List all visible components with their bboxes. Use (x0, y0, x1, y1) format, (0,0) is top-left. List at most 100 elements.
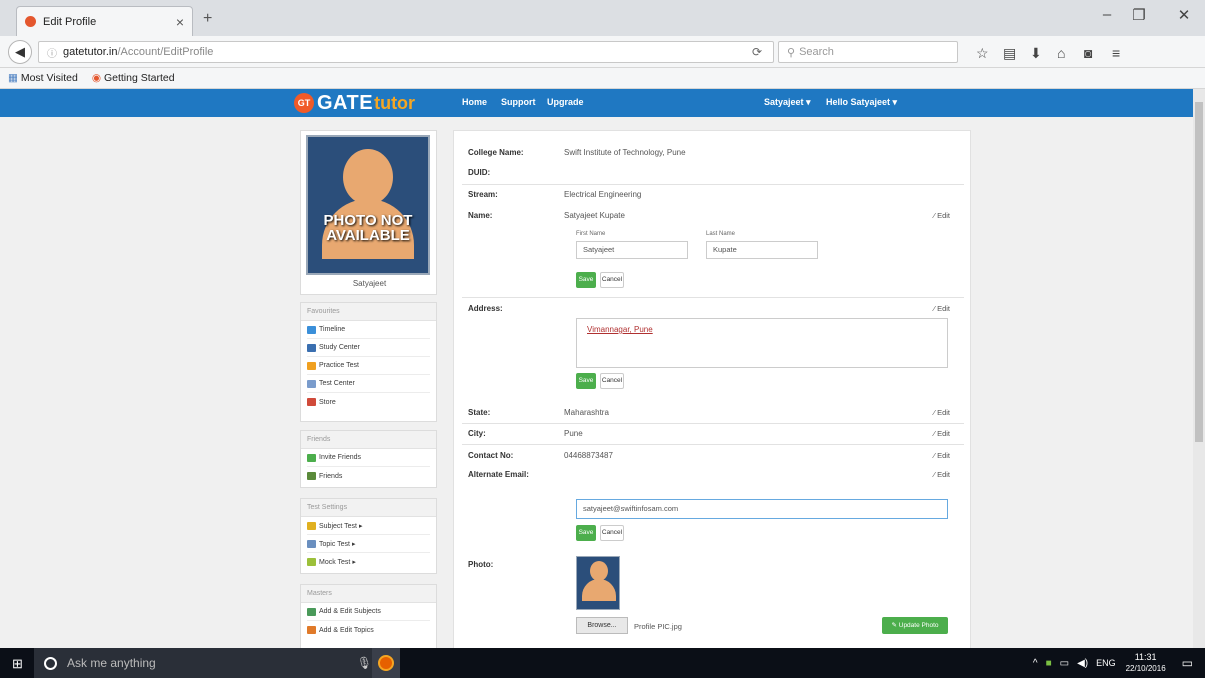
network-icon[interactable]: ▭ (1060, 658, 1069, 669)
friends-box: Friends Invite Friends Friends (300, 430, 437, 488)
sidebar-item-mock-test[interactable]: Mock Test ▸ (307, 553, 430, 571)
windows-taskbar: ⊞ Ask me anything 🎙 ^ ■ ▭ ◀) ENG 11:31 2… (0, 648, 1205, 678)
bookmark-star-icon[interactable]: ☆ (976, 45, 989, 62)
browse-button[interactable]: Browse... (576, 617, 628, 634)
contact-value: 04468873487 (564, 451, 613, 460)
cortana-circle-icon (44, 656, 57, 670)
save-email-button[interactable]: Save (576, 525, 596, 541)
language-indicator[interactable]: ENG (1096, 658, 1116, 668)
sidebar-item-subject-test[interactable]: Subject Test ▸ (307, 517, 430, 535)
college-value: Swift Institute of Technology, Pune (564, 148, 686, 157)
bookmark-most-visited[interactable]: ▦ Most Visited (8, 72, 78, 84)
contact-label: Contact No: (468, 451, 514, 460)
browser-tab-bar: Edit Profile × + – ❐ ✕ (0, 0, 1205, 36)
restore-icon[interactable]: ❐ (1125, 6, 1153, 24)
edit-alt-email-link[interactable]: ⁄ Edit (934, 470, 950, 479)
new-tab-icon[interactable]: + (203, 10, 212, 28)
pocket-icon[interactable]: ◙ (1084, 45, 1092, 61)
tab-title: Edit Profile (43, 15, 97, 28)
close-window-icon[interactable]: ✕ (1170, 6, 1198, 24)
firefox-bookmark-icon: ◉ (91, 72, 102, 84)
edit-contact-link[interactable]: ⁄ Edit (934, 451, 950, 460)
first-name-input[interactable]: Satyajeet (576, 241, 688, 259)
browser-search-input[interactable]: ⚲ Search (778, 41, 958, 63)
mock-test-icon (307, 558, 316, 566)
invite-friends-icon (307, 453, 316, 462)
gatetutor-logo[interactable]: GT GATE tutor (294, 91, 415, 115)
sidebar-item-add-edit-topics[interactable]: Add & Edit Topics (307, 621, 430, 639)
sidebar-item-practice-test[interactable]: Practice Test (307, 357, 430, 375)
update-photo-button[interactable]: ✎ Update Photo (882, 617, 948, 634)
alt-email-input[interactable]: satyajeet@swiftinfosam.com (576, 499, 948, 519)
topic-test-icon (307, 539, 316, 548)
volume-icon[interactable]: ◀) (1077, 658, 1088, 669)
cancel-email-button[interactable]: Cancel (600, 525, 624, 541)
sidebar-item-friends[interactable]: Friends (307, 467, 430, 485)
tray-app-icon[interactable]: ■ (1046, 658, 1052, 669)
notifications-icon[interactable]: ▭ (1182, 656, 1193, 670)
microphone-icon[interactable]: 🎙 (357, 656, 372, 670)
edit-name-link[interactable]: ⁄ Edit (934, 211, 950, 220)
nav-upgrade[interactable]: Upgrade (547, 97, 584, 107)
masters-box: Masters Add & Edit Subjects Add & Edit T… (300, 584, 437, 648)
sidebar-item-invite-friends[interactable]: Invite Friends (307, 449, 430, 467)
stream-label: Stream: (468, 190, 498, 199)
reload-icon[interactable]: ⟳ (752, 45, 762, 59)
photo-not-available-text: PHOTO NOT AVAILABLE (323, 212, 413, 244)
thumb-body (582, 579, 616, 601)
avatar-head (343, 149, 393, 205)
last-name-label: Last Name (706, 231, 736, 237)
tray-chevron-icon[interactable]: ^ (1033, 658, 1038, 669)
edit-state-link[interactable]: ⁄ Edit (934, 408, 950, 417)
name-value: Satyajeet Kupate (564, 211, 625, 220)
home-icon[interactable]: ⌂ (1057, 45, 1065, 61)
url-host: gatetutor.in (63, 46, 118, 58)
reading-list-icon[interactable]: ▤ (1003, 45, 1016, 62)
hello-user-menu[interactable]: Hello Satyajeet ▾ (826, 97, 897, 108)
clock-date: 22/10/2016 (1125, 664, 1166, 673)
last-name-input[interactable]: Kupate (706, 241, 818, 259)
sidebar-item-study-center[interactable]: Study Center (307, 339, 430, 357)
save-name-button[interactable]: Save (576, 272, 596, 288)
windows-start-icon[interactable]: ⊞ (12, 656, 23, 672)
add-topics-icon (307, 626, 316, 634)
masters-header: Masters (301, 585, 436, 603)
address-textarea[interactable]: Vimannagar, Pune (576, 318, 948, 368)
close-tab-icon[interactable]: × (176, 14, 184, 30)
friends-icon (307, 472, 316, 480)
study-center-icon (307, 343, 316, 352)
sidebar-item-add-edit-subjects[interactable]: Add & Edit Subjects (307, 603, 430, 621)
edit-address-link[interactable]: ⁄ Edit (934, 304, 950, 313)
save-address-button[interactable]: Save (576, 373, 596, 389)
edit-city-link[interactable]: ⁄ Edit (934, 429, 950, 438)
page-viewport: GT GATE tutor Home Support Upgrade Satya… (0, 89, 1193, 648)
state-label: State: (468, 408, 491, 417)
sidebar-item-store[interactable]: Store (307, 393, 430, 411)
back-arrow-icon[interactable]: ◀ (8, 40, 32, 64)
sidebar-item-topic-test[interactable]: Topic Test ▸ (307, 535, 430, 553)
sidebar-item-timeline[interactable]: Timeline (307, 321, 430, 339)
menu-icon[interactable]: ≡ (1112, 45, 1120, 61)
minimize-icon[interactable]: – (1093, 6, 1121, 23)
edit-profile-panel: College Name: Swift Institute of Technol… (453, 130, 971, 648)
state-value: Maharashtra (564, 408, 609, 417)
nav-support[interactable]: Support (501, 97, 536, 107)
bookmark-getting-started[interactable]: ◉ Getting Started (92, 72, 175, 84)
thumb-head (590, 561, 608, 581)
site-info-icon[interactable]: ⓘ (47, 45, 57, 60)
downloads-icon[interactable]: ⬇ (1030, 45, 1042, 62)
firefox-taskbar-button[interactable] (372, 648, 400, 678)
test-settings-box: Test Settings Subject Test ▸ Topic Test … (300, 498, 437, 574)
cancel-address-button[interactable]: Cancel (600, 373, 624, 389)
sidebar-item-test-center[interactable]: Test Center (307, 375, 430, 393)
cancel-name-button[interactable]: Cancel (600, 272, 624, 288)
user-menu[interactable]: Satyajeet ▾ (764, 97, 811, 108)
browser-tab[interactable]: Edit Profile × (16, 6, 193, 36)
nav-home[interactable]: Home (462, 97, 487, 107)
url-bar[interactable]: ⓘ gatetutor.in /Account/EditProfile (38, 41, 774, 63)
divider (462, 423, 964, 424)
clock[interactable]: 11:31 22/10/2016 (1126, 652, 1166, 674)
cortana-search-box[interactable]: Ask me anything 🎙 (34, 648, 396, 678)
add-subjects-icon (307, 607, 316, 616)
page-scrollbar-thumb[interactable] (1195, 102, 1203, 442)
